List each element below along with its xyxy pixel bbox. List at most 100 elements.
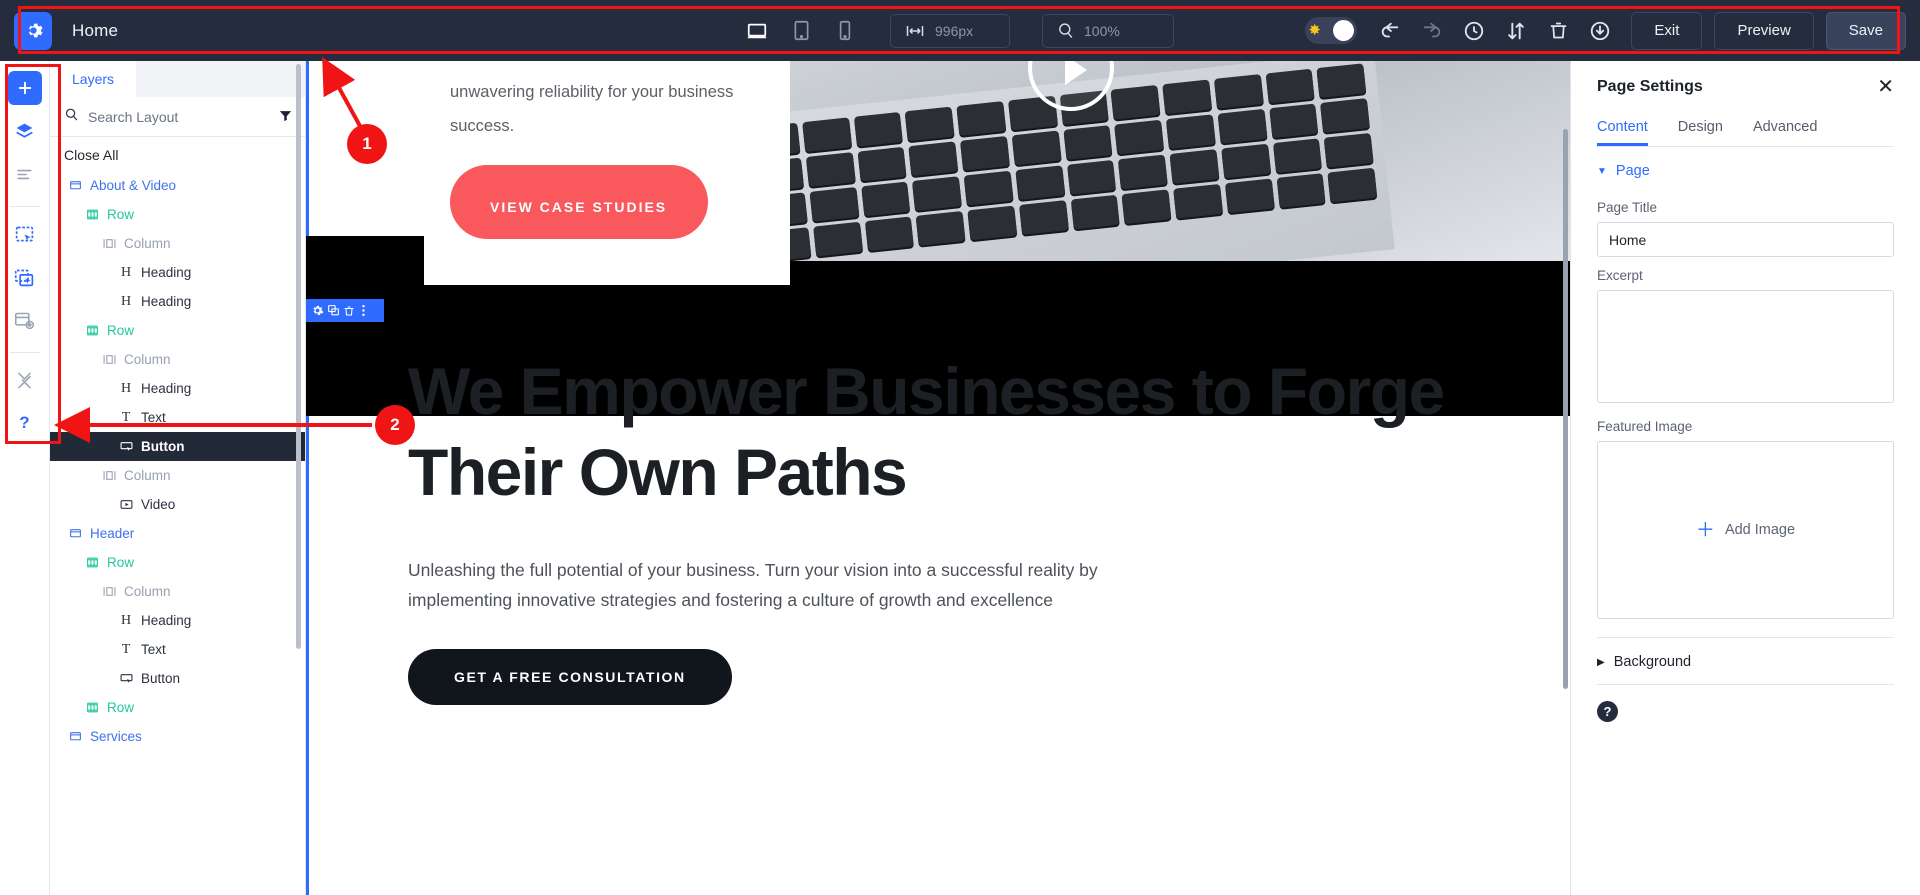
button-icon [117,440,135,453]
layer-node-label: Row [107,555,135,570]
heading-icon: H [120,264,132,280]
get-free-consultation-button[interactable]: GET A FREE CONSULTATION [408,649,732,705]
close-all-button[interactable]: Close All [50,137,305,171]
page-canvas[interactable]: unwavering reliability for your business… [306,61,1570,895]
dark-mode-toggle[interactable]: ✸ [1305,17,1358,44]
redo-icon[interactable] [1413,12,1451,50]
template-click-icon[interactable] [8,217,42,251]
mobile-icon[interactable] [828,14,862,48]
close-icon[interactable]: ✕ [1877,77,1894,97]
undo-icon[interactable] [1371,12,1409,50]
tab-advanced[interactable]: Advanced [1753,113,1818,146]
layer-node-label: Services [90,729,142,744]
layers-tree: About & Video Row Column H Heading H Heading Ro… [50,171,305,751]
question-circle-icon[interactable]: ? [1597,701,1618,722]
page-settings-icon[interactable] [8,303,42,337]
preview-button[interactable]: Preview [1714,11,1814,50]
excerpt-textarea[interactable] [1597,290,1894,403]
search-input[interactable] [88,108,269,125]
blocks-click-icon[interactable] [8,260,42,294]
page-settings-panel: Page Settings ✕ Content Design Advanced … [1570,61,1920,895]
layer-node-button[interactable]: Button [50,664,305,693]
accordion-background[interactable]: ▶ Background [1597,638,1894,680]
tab-content[interactable]: Content [1597,113,1648,146]
add-image-button[interactable]: ＋ Add Image [1597,441,1894,619]
sun-icon: ✸ [1308,22,1321,39]
zoom-control[interactable]: 100% [1042,13,1174,48]
history-icon[interactable] [1455,12,1493,50]
layer-node-services[interactable]: Services [50,722,305,751]
heading-icon: H [120,380,132,396]
layer-node-row[interactable]: Row [50,316,305,345]
duplicate-icon[interactable] [327,304,340,317]
tab-layers[interactable]: Layers [50,61,137,97]
layer-node-video[interactable]: Video [50,490,305,519]
about-video-section[interactable]: unwavering reliability for your business… [306,61,1570,416]
layer-node-heading[interactable]: H Heading [50,258,305,287]
text-icon: T [121,641,131,657]
add-image-label: Add Image [1724,522,1796,538]
panel-tabs: Content Design Advanced [1597,113,1894,147]
page-title-input[interactable] [1597,222,1894,257]
hero-paragraph[interactable]: Unleashing the full potential of your bu… [408,555,1198,615]
layers-icon[interactable] [8,114,42,148]
layer-node-column[interactable]: Column [50,577,305,606]
hero-heading[interactable]: We Empower Businesses to Forge Their Own… [408,351,1468,513]
layer-node-column[interactable]: Column [50,229,305,258]
tablet-icon[interactable] [784,14,818,48]
layer-node-about-video[interactable]: About & Video [50,171,305,200]
layers-panel: Layers Close All About & Video Row Column H… [50,61,306,895]
wrench-icon[interactable] [8,363,42,397]
layer-node-heading[interactable]: H Heading [50,606,305,635]
layer-node-label: Button [141,671,181,686]
plus-icon: ＋ [1695,519,1715,541]
save-button[interactable]: Save [1825,11,1906,50]
trash-icon[interactable] [1539,12,1577,50]
tab-design[interactable]: Design [1678,113,1723,146]
layer-node-text[interactable]: T Text [50,635,305,664]
layers-tabbar: Layers [50,61,305,97]
question-icon[interactable]: ? [8,406,42,440]
layer-node-row[interactable]: Row [50,693,305,722]
column-icon [100,585,118,598]
layer-node-column[interactable]: Column [50,345,305,374]
layer-node-button[interactable]: Button [50,432,305,461]
top-toolbar: Home 996px 100% ✸ Exit Preview Save [0,0,1920,61]
more-options-icon[interactable] [358,304,369,317]
layer-node-label: Heading [141,381,192,396]
sort-icon[interactable] [1497,12,1535,50]
heading-icon: H [120,293,132,309]
exit-button[interactable]: Exit [1631,11,1703,50]
button-icon [117,672,135,685]
page-title-label: Page Title [1597,200,1658,215]
hero-section[interactable]: We Empower Businesses to Forge Their Own… [306,331,1570,705]
publish-icon[interactable] [1581,12,1619,50]
layer-node-row[interactable]: Row [50,200,305,229]
accordion-background-label: Background [1613,654,1692,670]
layer-node-text[interactable]: T Text [50,403,305,432]
annotation-number: 1 [362,134,372,153]
layers-scrollbar[interactable] [296,64,301,649]
panel-header: Page Settings ✕ [1597,61,1894,113]
row-icon [83,556,101,569]
annotation-number: 2 [390,415,400,434]
app-logo-gear-icon[interactable] [14,11,52,50]
delete-icon[interactable] [343,305,355,317]
layer-node-heading[interactable]: H Heading [50,287,305,316]
element-settings-icon[interactable] [311,304,324,317]
layer-node-header[interactable]: Header [50,519,305,548]
canvas-width-control[interactable]: 996px [890,13,1010,48]
global-styles-icon[interactable] [8,157,42,191]
layer-node-heading[interactable]: H Heading [50,374,305,403]
accordion-page[interactable]: ▼ Page [1597,147,1894,189]
layer-node-column[interactable]: Column [50,461,305,490]
layer-node-label: Row [107,700,135,715]
add-element-button[interactable] [7,71,42,105]
top-actions: ✸ Exit Preview Save [1301,0,1906,61]
canvas-scrollbar[interactable] [1563,129,1568,689]
filter-icon[interactable] [278,108,293,126]
desktop-icon[interactable] [740,14,774,48]
view-case-studies-button[interactable]: VIEW CASE STUDIES [450,165,708,239]
video-thumbnail[interactable] [756,61,1570,261]
layer-node-row[interactable]: Row [50,548,305,577]
